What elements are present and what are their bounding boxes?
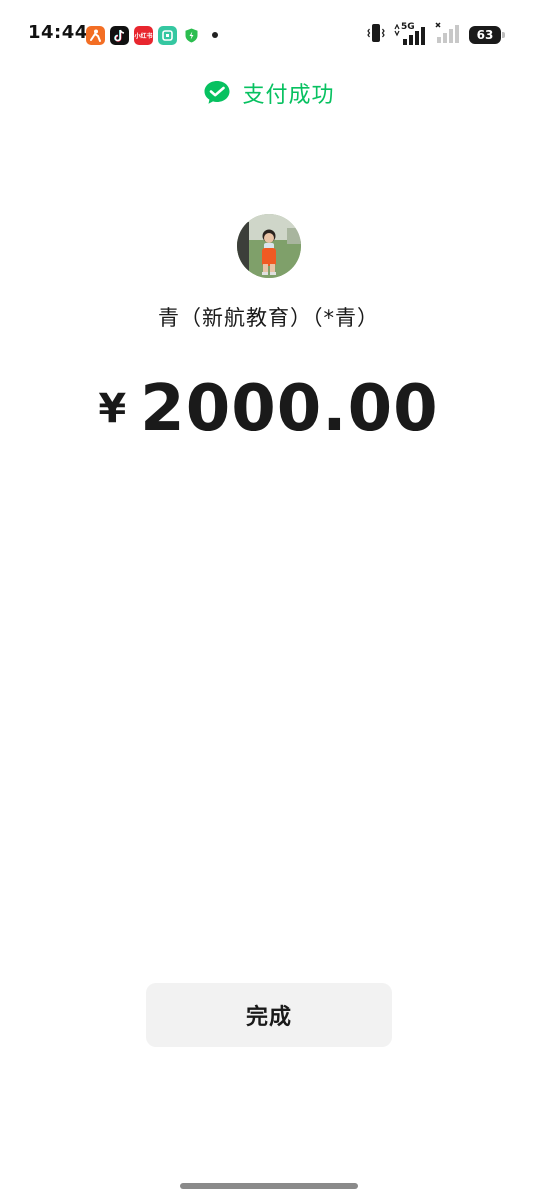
more-notifications-dot	[212, 32, 218, 38]
status-time: 14:44	[28, 22, 88, 43]
signal-5g-icon: 5G	[393, 22, 427, 46]
signal-no-service-icon	[435, 22, 461, 48]
orange-app-icon	[86, 25, 105, 45]
xiaohongshu-icon: 小红书	[134, 25, 153, 45]
payment-amount: ¥ 2000.00	[0, 372, 537, 452]
amount-value: 2000.00	[140, 372, 439, 446]
done-button[interactable]: 完成	[146, 983, 392, 1047]
battery-level: 63	[476, 28, 494, 42]
battery-cap	[502, 32, 505, 38]
payment-success-screen: 14:44 小红书 5G 63 支付成功 青（新航教育）（*青） ¥ 2000.…	[0, 0, 537, 1200]
currency-symbol: ¥	[98, 386, 127, 432]
notification-app-icons: 小红书	[86, 25, 218, 45]
tiktok-icon	[110, 25, 129, 45]
status-bar: 14:44 小红书 5G 63	[0, 0, 537, 70]
security-shield-icon	[182, 26, 201, 45]
mi-home-icon	[158, 25, 177, 45]
payee-avatar	[237, 214, 301, 278]
battery-icon: 63	[469, 26, 505, 44]
wechat-pay-check-icon	[204, 81, 230, 104]
status-indicators: 5G 63	[367, 22, 505, 48]
vibrate-mode-icon	[367, 23, 385, 47]
payment-result-header: 支付成功	[0, 76, 537, 110]
payment-success-title: 支付成功	[242, 83, 335, 108]
payee-name: 青（新航教育）（*青）	[158, 306, 379, 330]
home-indicator[interactable]	[180, 1183, 358, 1189]
